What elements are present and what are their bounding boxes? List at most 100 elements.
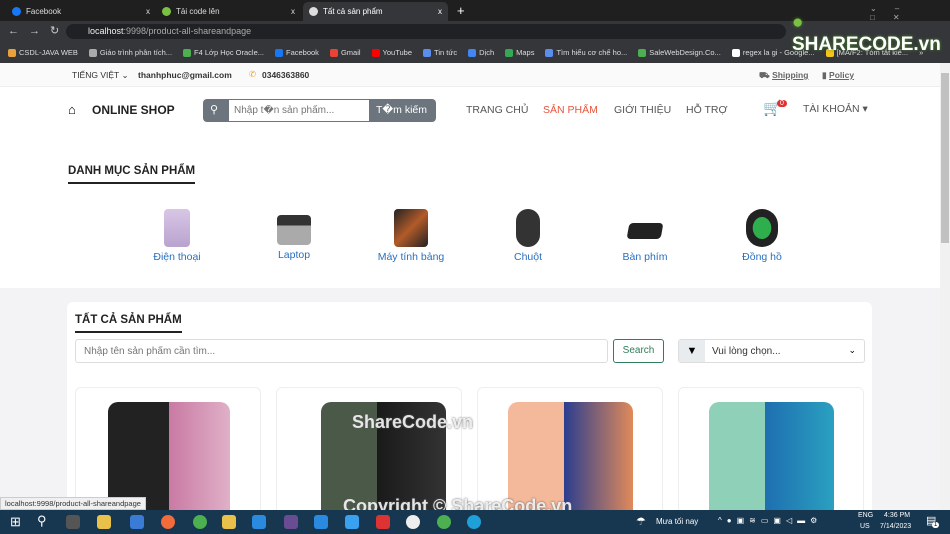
tab-facebook[interactable]: Facebook x (6, 2, 156, 21)
sharecode-icon (162, 7, 171, 16)
phone-icon: ✆ (249, 69, 257, 79)
bookmark[interactable]: SaleWebDesign.Co... (638, 48, 721, 57)
tab-label: Tải code lên (176, 7, 220, 16)
category-tablet[interactable]: Máy tính bảng (361, 209, 461, 263)
bookmark[interactable]: Gmail (329, 48, 361, 57)
header-search-input[interactable] (229, 100, 369, 121)
facebook-icon (12, 7, 21, 16)
app-icon[interactable] (314, 515, 328, 529)
shop-icon: ⌂ (68, 102, 76, 117)
nav-support[interactable]: HỖ TRỢ (686, 104, 727, 116)
header-search-button[interactable]: T�m kiếm (376, 104, 427, 116)
tablet-image (394, 209, 428, 247)
tab-products[interactable]: Tất cả sản phẩm x (303, 2, 448, 21)
policy-link[interactable]: ▮ Policy (822, 70, 854, 81)
watermark: ShareCode.vn (352, 412, 474, 432)
mouse-image (516, 209, 540, 247)
app-icon[interactable] (130, 515, 144, 529)
taskbar: ⊞ ⚲ ☂ Mưa tối nay ^●▣≋▭▣◁▬⚙ ENG US 4:36 … (0, 510, 950, 534)
shipping-link[interactable]: ⛟ Shipping (759, 70, 808, 82)
nav-home[interactable]: TRANG CHỦ (466, 104, 528, 116)
language-region: US (860, 523, 870, 530)
search-icon: ⚲ (210, 104, 219, 116)
edge-icon[interactable] (467, 515, 481, 529)
keyboard-image (626, 223, 664, 239)
product-image (709, 402, 834, 526)
close-tab-icon[interactable]: x (438, 7, 442, 16)
app-icon[interactable] (161, 515, 175, 529)
laptop-image (277, 215, 311, 245)
product-card[interactable] (678, 387, 864, 527)
bookmark[interactable]: Maps (505, 48, 534, 57)
category-keyboard[interactable]: Bàn phím (595, 209, 695, 263)
site-header: ⌂ ONLINE SHOP ⚲ T�m kiếm TRANG CHỦ SẢN P… (0, 87, 940, 134)
zalo-icon[interactable] (345, 515, 359, 529)
close-tab-icon[interactable]: x (146, 7, 150, 16)
phone-image (164, 209, 190, 247)
bookmark[interactable]: F4 Lớp Học Oracle... (183, 48, 264, 57)
filter-value: Vui lòng chọn... (712, 346, 781, 357)
filter-select[interactable]: ▼ Vui lòng chọn... ⌄ (678, 339, 865, 363)
chrome-icon[interactable] (406, 515, 420, 529)
status-url: localhost:9998/product-all-shareandpage (0, 497, 146, 510)
cart-badge: 0 (777, 100, 787, 107)
phone: 0346363860 (262, 70, 310, 80)
category-watch[interactable]: Đồng hồ (712, 209, 812, 263)
product-search-button[interactable]: Search (613, 339, 664, 363)
app-icon[interactable] (284, 515, 298, 529)
app-icon[interactable] (437, 515, 451, 529)
products-title: TẤT CẢ SẢN PHẨM (75, 314, 182, 333)
bookmark[interactable]: YouTube (371, 48, 412, 57)
products-section: TẤT CẢ SẢN PHẨM Search ▼ Vui lòng chọn..… (0, 288, 940, 527)
clock-time[interactable]: 4:36 PM (884, 512, 910, 519)
chevron-down-icon: ⌄ (848, 345, 856, 355)
category-laptop[interactable]: Laptop (244, 209, 344, 261)
windows-start-icon[interactable]: ⊞ (10, 514, 21, 530)
weather-text[interactable]: Mưa tối nay (656, 517, 698, 526)
tab-label: Facebook (26, 7, 62, 16)
category-mouse[interactable]: Chuột (478, 209, 578, 263)
clock-date: 7/14/2023 (880, 523, 912, 530)
nav-buttons[interactable]: ←→↻ (8, 24, 69, 37)
globe-icon (309, 7, 318, 16)
tab-upload[interactable]: Tải code lên x (156, 2, 301, 21)
sharecode-logo: ● SHARECODE.vn (792, 12, 941, 55)
watch-image (746, 209, 778, 247)
nav-about[interactable]: GIỚI THIỆU (614, 104, 671, 116)
bookmark[interactable]: Tìm hiểu cơ chế ho... (545, 48, 627, 57)
explorer-icon[interactable] (97, 515, 111, 529)
bookmark[interactable]: Facebook (275, 48, 319, 57)
language-select[interactable]: TIẾNG VIỆT ⌄ (72, 70, 129, 81)
url-path: :9998/product-all-shareandpage (123, 26, 252, 36)
scrollbar-thumb[interactable] (941, 73, 949, 243)
scrollbar[interactable] (940, 63, 950, 510)
email: thanhphuc@gmail.com (138, 70, 232, 80)
tab-label: Tất cả sản phẩm (323, 7, 383, 16)
search-icon[interactable]: ⚲ (37, 513, 47, 529)
notification-count: 1 (932, 522, 940, 528)
logo[interactable]: ONLINE SHOP (92, 103, 175, 117)
app-icon[interactable] (222, 515, 236, 529)
product-search-input[interactable] (75, 339, 608, 363)
nav-products[interactable]: SẢN PHẨM (543, 104, 598, 116)
close-tab-icon[interactable]: x (291, 7, 295, 16)
taskview-icon[interactable] (66, 515, 80, 529)
vscode-icon[interactable] (252, 515, 266, 529)
bookmark[interactable]: Dịch (468, 48, 494, 57)
header-search: ⚲ T�m kiếm (203, 99, 436, 122)
bookmark[interactable]: Giáo trình phân tích... (88, 48, 172, 57)
weather-icon: ☂ (636, 516, 646, 528)
app-icon[interactable] (376, 515, 390, 529)
language-indicator[interactable]: ENG (858, 512, 873, 519)
category-section: DANH MỤC SẢN PHẨM Điện thoại Laptop Máy … (0, 134, 940, 288)
top-bar: TIẾNG VIỆT ⌄ thanhphuc@gmail.com ✆ 03463… (0, 63, 940, 87)
app-icon[interactable] (193, 515, 207, 529)
account-menu[interactable]: TÀI KHOẢN ▾ (803, 103, 868, 115)
bookmark[interactable]: CSDL-JAVA WEB (8, 48, 78, 57)
category-phone[interactable]: Điện thoại (127, 209, 227, 263)
tray-icons[interactable]: ^●▣≋▭▣◁▬⚙ (718, 516, 822, 525)
url-host: localhost (88, 26, 124, 36)
new-tab-button[interactable]: + (457, 3, 465, 18)
url-input[interactable]: localhost:9998/product-all-shareandpage (66, 24, 786, 39)
bookmark[interactable]: Tin tức (423, 48, 457, 57)
